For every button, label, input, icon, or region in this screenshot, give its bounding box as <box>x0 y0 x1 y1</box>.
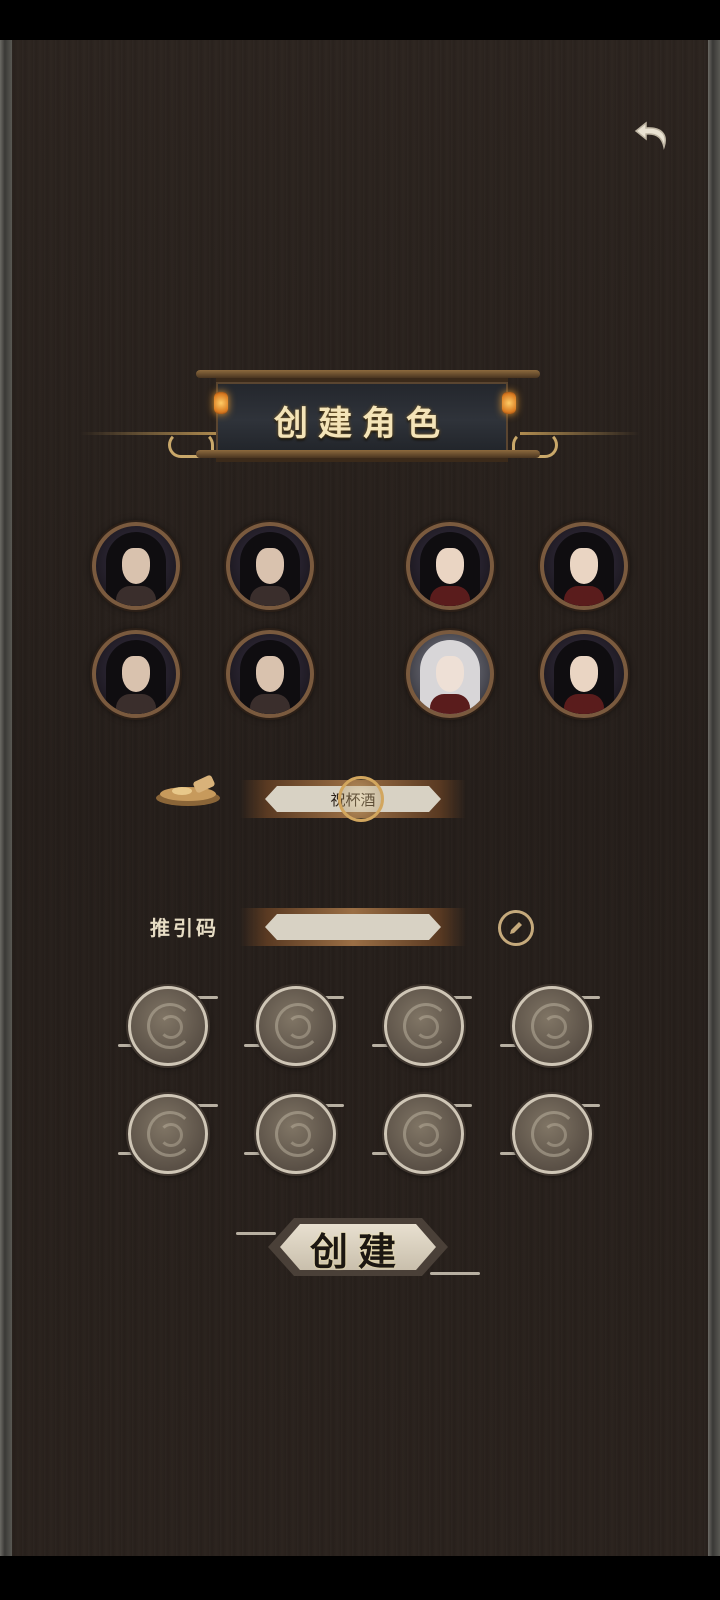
medallion-slot-2[interactable] <box>256 986 336 1066</box>
lantern-right-icon <box>502 392 516 414</box>
avatar-option-2[interactable] <box>226 522 314 610</box>
medallion-slot-7[interactable] <box>384 1094 464 1174</box>
invite-code-input[interactable] <box>265 914 441 940</box>
tea-bowl-icon <box>156 775 220 806</box>
medallion-slot-5[interactable] <box>128 1094 208 1174</box>
invite-field-frame <box>240 908 466 946</box>
avatar-option-6[interactable] <box>226 630 314 718</box>
invite-code-label: 推引码 <box>150 916 219 940</box>
create-button-label: 创建 <box>309 1228 406 1274</box>
avatar-option-1[interactable] <box>92 522 180 610</box>
status-bar <box>0 0 720 40</box>
medallion-slot-4[interactable] <box>512 986 592 1066</box>
lantern-left-icon <box>214 392 228 414</box>
avatar-option-4[interactable] <box>540 522 628 610</box>
medallion-slot-6[interactable] <box>256 1094 336 1174</box>
avatar-option-7[interactable] <box>406 630 494 718</box>
banner-rod-top <box>196 370 540 378</box>
create-button[interactable]: 创建 <box>264 1218 452 1278</box>
edit-button[interactable] <box>498 910 534 946</box>
back-button[interactable] <box>630 116 674 156</box>
avatar-option-3[interactable] <box>406 522 494 610</box>
banner-rod-bottom <box>196 450 540 458</box>
panel-edge-right <box>708 40 720 1556</box>
medallion-slot-8[interactable] <box>512 1094 592 1174</box>
panel-edge-left <box>0 40 12 1556</box>
page-title: 创建角色 <box>274 403 450 444</box>
navigation-bar <box>0 1556 720 1600</box>
edit-icon <box>510 922 522 934</box>
avatar-option-5[interactable] <box>92 630 180 718</box>
avatar-option-8[interactable] <box>540 630 628 718</box>
medallion-slot-1[interactable] <box>128 986 208 1066</box>
dice-icon[interactable] <box>338 776 384 822</box>
back-arrow-icon <box>634 121 666 150</box>
medallion-slot-3[interactable] <box>384 986 464 1066</box>
